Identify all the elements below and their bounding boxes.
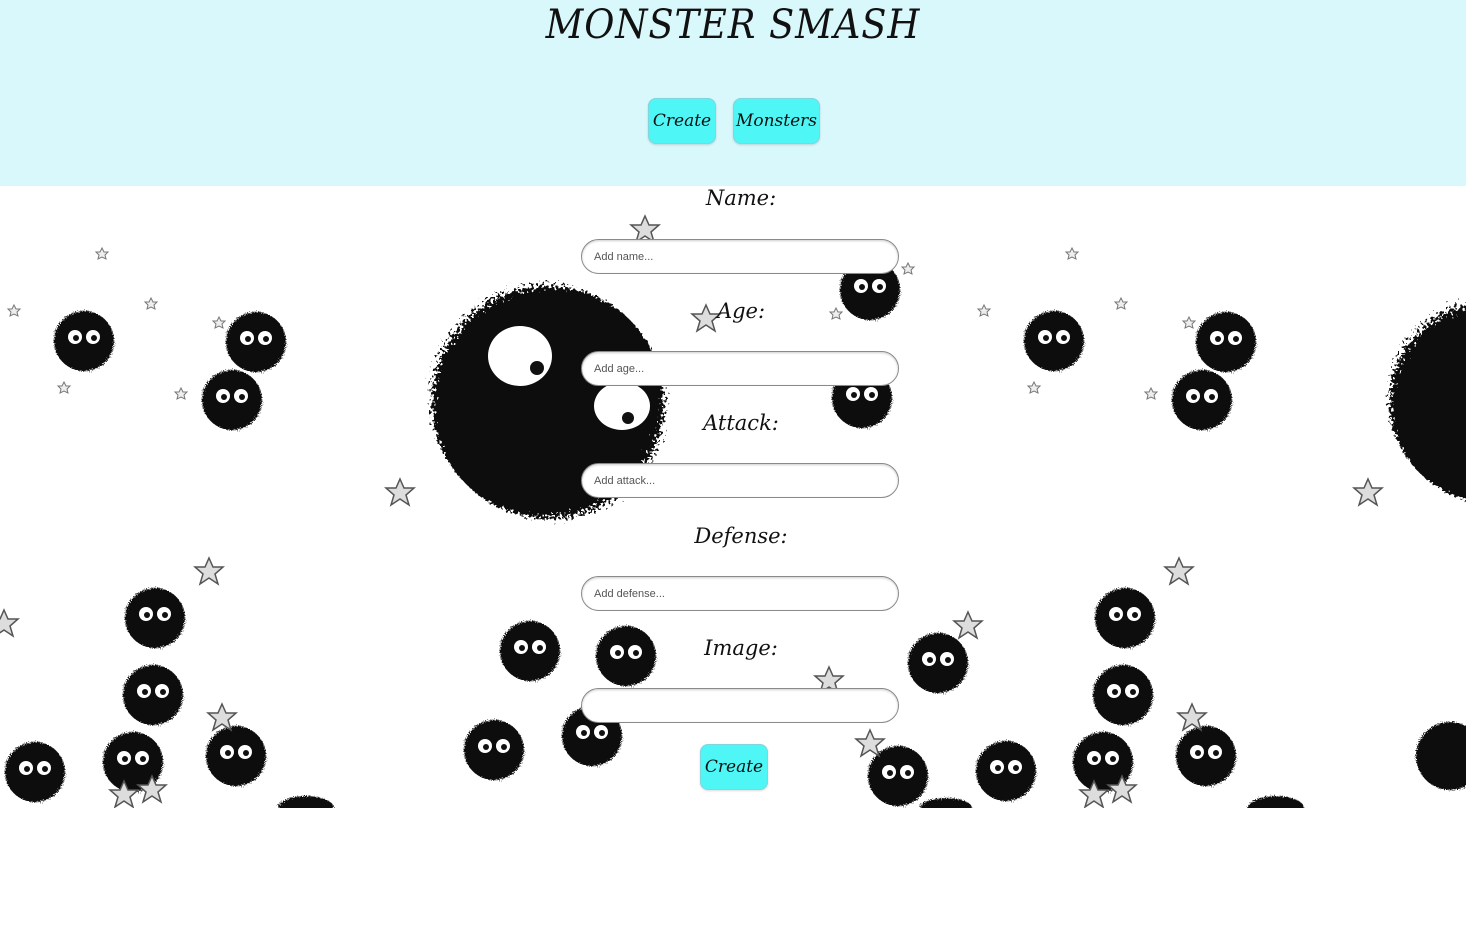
sprite-cluster-right: [977, 247, 1466, 808]
name-input[interactable]: [581, 239, 899, 274]
attack-input[interactable]: [581, 463, 899, 498]
attack-label: Attack:: [703, 411, 779, 435]
image-label: Image:: [704, 636, 778, 660]
submit-create-button[interactable]: Create: [700, 744, 768, 790]
nav-monsters-button[interactable]: Monsters: [733, 98, 820, 144]
age-input[interactable]: [581, 351, 899, 386]
site-title: MONSTER SMASH: [545, 2, 921, 48]
sprite-cluster-left: [0, 247, 334, 808]
image-input[interactable]: [581, 688, 899, 723]
nav-create-button[interactable]: Create: [648, 98, 716, 144]
age-label: Age:: [716, 299, 766, 323]
site-header: MONSTER SMASH Create Monsters: [0, 0, 1466, 186]
name-label: Name:: [705, 186, 777, 210]
defense-label: Defense:: [694, 524, 788, 548]
defense-input[interactable]: [581, 576, 899, 611]
